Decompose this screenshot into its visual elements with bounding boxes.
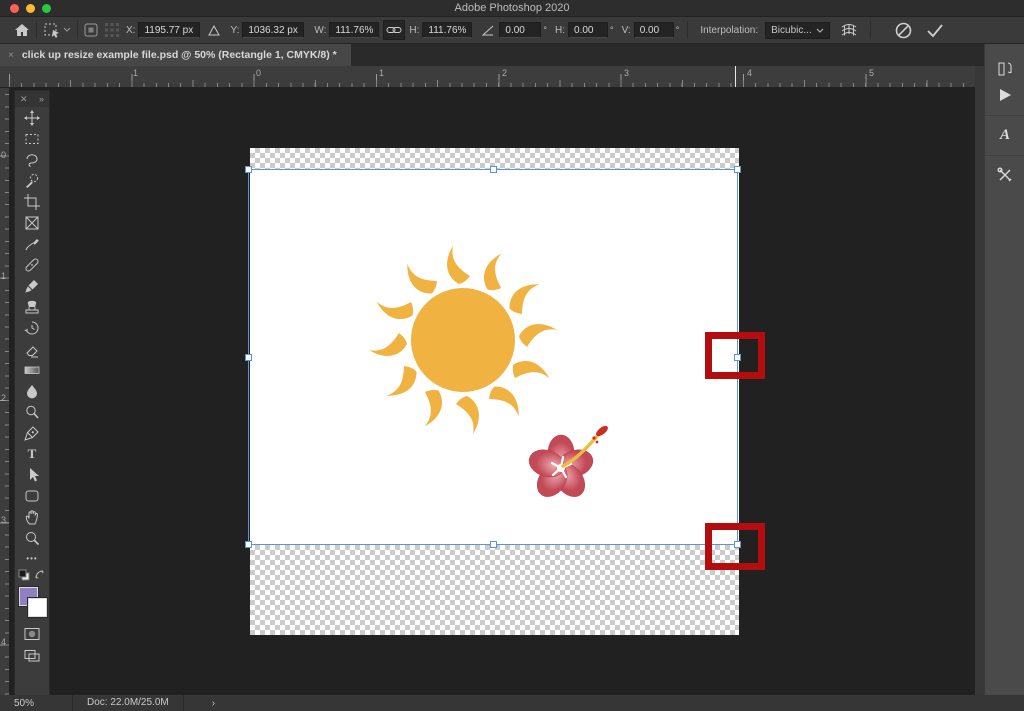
title-bar: Adobe Photoshop 2020 xyxy=(0,0,1024,17)
angle-icon xyxy=(482,25,495,36)
ruler-position-indicator xyxy=(735,66,736,87)
interpolation-label: Interpolation: xyxy=(700,24,759,36)
document[interactable] xyxy=(245,148,765,635)
lasso-tool[interactable] xyxy=(15,149,49,170)
zoom-tool[interactable] xyxy=(15,527,49,548)
reference-point-grid-icon[interactable] xyxy=(104,22,120,38)
document-size-info: Doc: 22.0M/25.0M xyxy=(72,695,184,711)
handle-bottom-center[interactable] xyxy=(490,541,497,548)
transform-tool-icon[interactable] xyxy=(43,22,61,38)
actions-panel-icon[interactable] xyxy=(985,82,1024,108)
shape-tool[interactable] xyxy=(15,485,49,506)
options-bar: X: 1195.77 px Y: 1036.32 px W: 111.76% H… xyxy=(0,17,1024,44)
move-tool[interactable] xyxy=(15,107,49,128)
background-color-swatch[interactable] xyxy=(27,597,48,618)
status-bar: 50% Doc: 22.0M/25.0M › xyxy=(0,695,1024,711)
history-brush-tool[interactable] xyxy=(15,317,49,338)
clone-stamp-tool[interactable] xyxy=(15,296,49,317)
handle-top-left[interactable] xyxy=(245,166,252,173)
quick-selection-tool[interactable] xyxy=(15,170,49,191)
handle-top-right[interactable] xyxy=(734,166,741,173)
tools-panel: ✕ » T ••• xyxy=(14,90,50,695)
reference-point-checkbox[interactable] xyxy=(84,23,98,37)
blur-tool[interactable] xyxy=(15,380,49,401)
workspace: 1012345 01234 ✕ » T ••• xyxy=(0,66,1024,695)
eyedropper-tool[interactable] xyxy=(15,233,49,254)
commit-transform-icon[interactable] xyxy=(926,23,944,38)
handle-middle-left[interactable] xyxy=(245,354,252,361)
delta-icon[interactable] xyxy=(208,24,221,36)
panel-edge xyxy=(975,66,984,695)
document-tab-bar: × click up resize example file.psd @ 50%… xyxy=(0,44,984,66)
interpolation-value: Bicubic... xyxy=(771,24,812,36)
cancel-transform-icon[interactable] xyxy=(895,22,912,39)
spot-healing-brush-tool[interactable] xyxy=(15,254,49,275)
h-skew-field[interactable]: 0.00 xyxy=(568,22,609,38)
degree-label: ° xyxy=(543,25,548,35)
x-label: X: xyxy=(126,24,136,36)
warp-mode-icon[interactable] xyxy=(840,22,858,38)
hand-tool[interactable] xyxy=(15,506,49,527)
tools-panel-header: ✕ » xyxy=(15,91,49,107)
h-skew-label: H: xyxy=(555,24,566,36)
chevron-down-icon xyxy=(816,28,824,33)
character-panel-icon[interactable]: A xyxy=(985,122,1024,148)
hibiscus-flower-graphic xyxy=(528,425,608,497)
swap-colors-icon[interactable] xyxy=(34,568,46,586)
pen-tool[interactable] xyxy=(15,422,49,443)
h-label: H: xyxy=(409,24,420,36)
y-label: Y: xyxy=(230,24,240,36)
brush-tool[interactable] xyxy=(15,275,49,296)
highlight-box-middle-right-handle xyxy=(705,332,765,379)
window-title: Adobe Photoshop 2020 xyxy=(454,2,570,14)
v-skew-field[interactable]: 0.00 xyxy=(633,22,674,38)
type-tool[interactable]: T xyxy=(15,443,49,464)
handle-bottom-left[interactable] xyxy=(245,541,252,548)
home-icon[interactable] xyxy=(14,23,30,37)
horizontal-ruler[interactable]: 1012345 xyxy=(0,66,984,88)
tab-title: click up resize example file.psd @ 50% (… xyxy=(21,49,337,61)
vertical-ruler[interactable]: 01234 xyxy=(0,88,10,695)
degree-label: ° xyxy=(610,25,614,35)
quick-mask-mode-button[interactable] xyxy=(15,623,49,644)
height-field[interactable]: 111.76% xyxy=(422,22,473,38)
eraser-tool[interactable] xyxy=(15,338,49,359)
zoom-level-field[interactable]: 50% xyxy=(0,698,44,709)
width-field[interactable]: 111.76% xyxy=(329,22,380,38)
dodge-tool[interactable] xyxy=(15,401,49,422)
tool-presets-panel-icon[interactable] xyxy=(985,162,1024,188)
screen-mode-button[interactable] xyxy=(15,644,49,665)
y-position-field[interactable]: 1036.32 px xyxy=(242,22,305,38)
crop-tool[interactable] xyxy=(15,191,49,212)
right-panel-dock: A xyxy=(984,44,1024,695)
canvas-area[interactable] xyxy=(10,88,975,695)
tool-preset-chevron-icon[interactable] xyxy=(63,27,71,33)
document-tab[interactable]: × click up resize example file.psd @ 50%… xyxy=(0,44,351,66)
tab-close-icon[interactable]: × xyxy=(8,50,14,61)
panel-close-icon[interactable]: ✕ xyxy=(20,94,28,105)
x-position-field[interactable]: 1195.77 px xyxy=(138,22,201,38)
degree-label: ° xyxy=(675,25,680,35)
path-selection-tool[interactable] xyxy=(15,464,49,485)
default-colors-icon[interactable] xyxy=(18,568,30,586)
rectangular-marquee-tool[interactable] xyxy=(15,128,49,149)
rotate-angle-field[interactable]: 0.00 xyxy=(499,22,542,38)
transparent-area-bottom xyxy=(250,545,739,635)
highlight-box-bottom-right-handle xyxy=(705,523,765,570)
history-panel-icon[interactable] xyxy=(985,56,1024,82)
v-skew-label: V: xyxy=(621,24,631,36)
w-label: W: xyxy=(314,24,327,36)
link-dimensions-icon[interactable] xyxy=(383,20,406,40)
frame-tool[interactable] xyxy=(15,212,49,233)
more-options-icon[interactable]: ••• xyxy=(15,548,49,569)
gradient-tool[interactable] xyxy=(15,359,49,380)
interpolation-select[interactable]: Bicubic... xyxy=(765,21,830,39)
panel-collapse-icon[interactable]: » xyxy=(39,94,44,104)
handle-top-center[interactable] xyxy=(490,166,497,173)
photoshop-window: Adobe Photoshop 2020 X: 1195.77 px Y: 10… xyxy=(0,0,1024,711)
status-chevron-icon[interactable]: › xyxy=(212,698,215,709)
